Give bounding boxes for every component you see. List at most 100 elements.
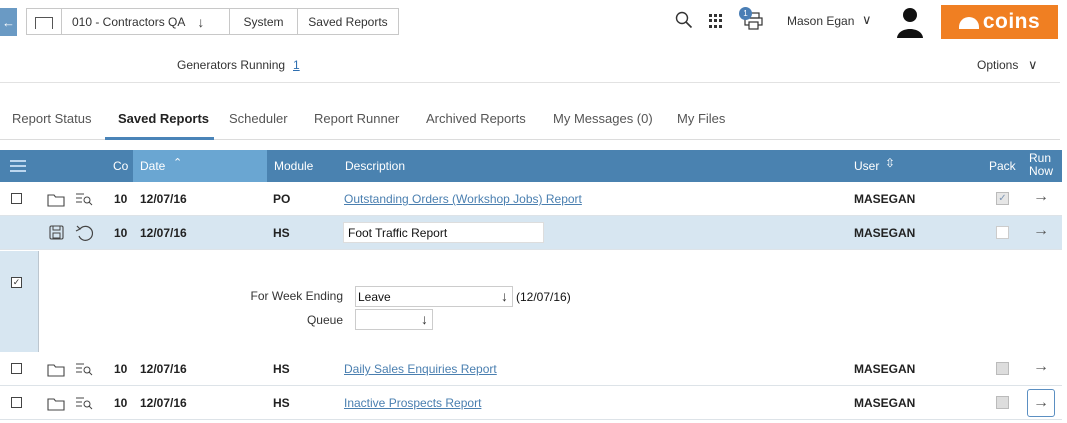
- folder-icon[interactable]: [47, 192, 65, 207]
- list-menu-icon[interactable]: [10, 160, 26, 172]
- undo-icon[interactable]: [75, 224, 95, 242]
- cell-date: 12/07/16: [140, 192, 187, 206]
- column-header-pack[interactable]: Pack: [989, 159, 1016, 173]
- description-input[interactable]: Foot Traffic Report: [343, 222, 544, 243]
- search-icon[interactable]: [675, 11, 693, 29]
- generators-running-label: Generators Running: [177, 58, 286, 72]
- cell-module: HS: [273, 226, 290, 240]
- arrow-down-icon: ↓: [421, 311, 428, 327]
- cell-user: MASEGAN: [854, 192, 916, 206]
- chevron-down-icon[interactable]: ∨: [862, 12, 872, 28]
- week-ending-label: For Week Ending: [250, 289, 344, 303]
- user-name[interactable]: Mason Egan: [787, 14, 854, 28]
- save-icon[interactable]: [49, 225, 64, 240]
- queue-select[interactable]: ↓: [355, 309, 433, 330]
- table-row[interactable]: 10 12/07/16 PO Outstanding Orders (Works…: [0, 182, 1062, 216]
- cell-co: 10: [114, 226, 128, 240]
- tab-report-status[interactable]: Report Status: [12, 111, 92, 126]
- cell-description-link[interactable]: Outstanding Orders (Workshop Jobs) Repor…: [344, 192, 582, 206]
- panel-selection-strip: ✓: [0, 251, 39, 352]
- home-frame-icon: [35, 17, 53, 29]
- cell-co: 10: [114, 396, 128, 410]
- table-row[interactable]: 10 12/07/16 HS Inactive Prospects Report…: [0, 386, 1062, 420]
- cell-co: 10: [114, 362, 128, 376]
- breadcrumb-system[interactable]: System: [229, 8, 298, 35]
- cell-co: 10: [114, 192, 128, 206]
- arrow-down-icon: ↓: [197, 13, 205, 30]
- avatar[interactable]: [896, 6, 924, 38]
- pack-checkbox[interactable]: [996, 396, 1009, 409]
- cell-user: MASEGAN: [854, 362, 916, 376]
- arrow-down-icon: ↓: [501, 288, 508, 304]
- options-menu[interactable]: Options: [977, 58, 1018, 72]
- divider: [0, 82, 1060, 83]
- cell-date: 12/07/16: [140, 362, 187, 376]
- week-ending-select[interactable]: Leave ↓: [355, 286, 513, 307]
- arrow-left-icon: ←: [2, 14, 15, 30]
- cell-module: HS: [273, 362, 290, 376]
- generators-running-count-link[interactable]: 1: [293, 58, 300, 72]
- column-header-date-bg[interactable]: Date ⌃: [133, 150, 267, 182]
- hardhat-icon: [958, 17, 979, 29]
- queue-label: Queue: [306, 313, 343, 327]
- row-checkbox[interactable]: [11, 193, 22, 204]
- coins-logo: coins: [941, 5, 1058, 39]
- preview-icon[interactable]: [75, 192, 93, 206]
- sort-ascending-icon: ⌃: [173, 157, 183, 169]
- tab-archived-reports[interactable]: Archived Reports: [426, 111, 526, 126]
- breadcrumb-company-label: 010 - Contractors QA: [72, 14, 186, 29]
- breadcrumb-home[interactable]: [26, 8, 62, 35]
- column-header-description[interactable]: Description: [345, 159, 405, 173]
- active-tab-indicator: [105, 137, 214, 140]
- preview-icon[interactable]: [75, 362, 93, 376]
- run-now-arrow-icon[interactable]: →: [1033, 222, 1049, 240]
- cell-module: HS: [273, 396, 290, 410]
- folder-icon[interactable]: [47, 362, 65, 377]
- cell-user: MASEGAN: [854, 226, 916, 240]
- row-checkbox-checked[interactable]: ✓: [11, 277, 22, 288]
- row-checkbox[interactable]: [11, 363, 22, 374]
- cell-user: MASEGAN: [854, 396, 916, 410]
- column-header-run-now[interactable]: Run Now: [1029, 152, 1057, 178]
- breadcrumb-saved-reports[interactable]: Saved Reports: [297, 8, 399, 35]
- table-row-selected[interactable]: 10 12/07/16 HS Foot Traffic Report MASEG…: [0, 216, 1062, 250]
- breadcrumb-system-label: System: [243, 14, 284, 29]
- tab-my-messages[interactable]: My Messages (0): [553, 111, 653, 126]
- pack-checkbox[interactable]: ✓: [996, 192, 1009, 205]
- row-checkbox[interactable]: [11, 397, 22, 408]
- tab-my-files[interactable]: My Files: [677, 111, 725, 126]
- back-button[interactable]: ←: [0, 8, 17, 36]
- run-now-arrow-icon[interactable]: →: [1033, 358, 1049, 376]
- breadcrumb-company[interactable]: 010 - Contractors QA ↓: [61, 8, 230, 35]
- cell-date: 12/07/16: [140, 396, 187, 410]
- table-row[interactable]: 10 12/07/16 HS Daily Sales Enquiries Rep…: [0, 352, 1062, 386]
- pack-checkbox[interactable]: [996, 362, 1009, 375]
- column-header-module[interactable]: Module: [274, 159, 313, 173]
- tab-saved-reports[interactable]: Saved Reports: [118, 111, 209, 126]
- report-parameters-panel: ✓ For Week Ending Leave ↓ (12/07/16) Que…: [0, 251, 1062, 353]
- pack-checkbox[interactable]: [996, 226, 1009, 239]
- cell-description-link[interactable]: Daily Sales Enquiries Report: [344, 362, 497, 376]
- column-header-date[interactable]: Date: [140, 159, 165, 173]
- run-now-arrow-icon[interactable]: →: [1027, 389, 1055, 417]
- tab-report-runner[interactable]: Report Runner: [314, 111, 399, 126]
- cell-description-link[interactable]: Inactive Prospects Report: [344, 396, 481, 410]
- column-header-user[interactable]: User: [854, 159, 879, 173]
- tab-scheduler[interactable]: Scheduler: [229, 111, 288, 126]
- cell-date: 12/07/16: [140, 226, 187, 240]
- column-header-co[interactable]: Co: [113, 159, 128, 173]
- preview-icon[interactable]: [75, 396, 93, 410]
- apps-grid-icon[interactable]: [709, 14, 723, 28]
- chevron-down-icon[interactable]: ∨: [1028, 57, 1038, 73]
- run-now-arrow-icon[interactable]: →: [1033, 188, 1049, 206]
- cell-module: PO: [273, 192, 291, 206]
- folder-icon[interactable]: [47, 396, 65, 411]
- tab-bar: Report Status Saved Reports Scheduler Re…: [0, 92, 1060, 140]
- sort-toggle-icon[interactable]: ⇳: [885, 156, 895, 170]
- logo-text: coins: [982, 10, 1041, 33]
- week-ending-date: (12/07/16): [516, 290, 571, 304]
- week-ending-value: Leave: [358, 290, 391, 304]
- top-bar: ← 010 - Contractors QA ↓ System Saved Re…: [0, 0, 1067, 44]
- breadcrumb-saved-reports-label: Saved Reports: [308, 14, 388, 29]
- table-header: Co Date ⌃ Module Description User ⇳ Pack…: [0, 150, 1062, 182]
